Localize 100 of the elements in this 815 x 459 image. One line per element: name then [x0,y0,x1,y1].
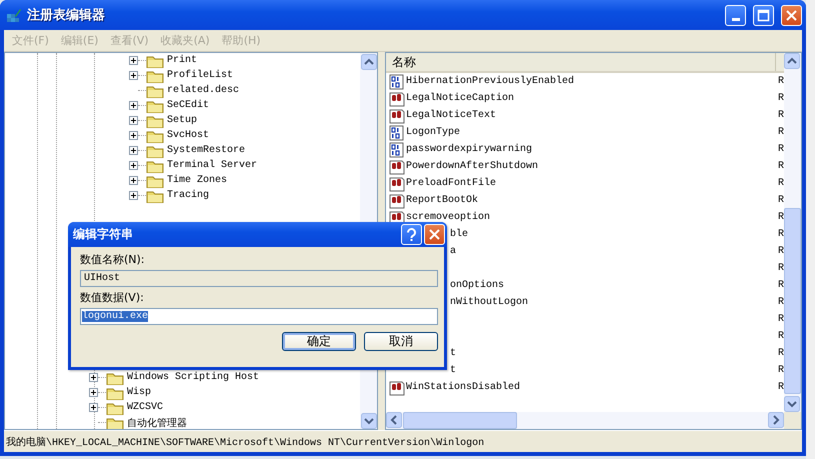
folder-icon [106,416,124,429]
value-name[interactable]: t [450,365,456,376]
minimize-button[interactable] [725,4,746,26]
expand-icon[interactable] [89,373,98,382]
registry-icon [6,7,22,23]
scroll-left-icon[interactable] [386,412,402,428]
value-type: R [778,93,784,104]
vertical-scrollbar[interactable] [784,53,801,412]
expand-icon[interactable] [89,388,98,397]
value-type: R [778,110,784,121]
scroll-up-icon[interactable] [361,54,377,70]
question-icon [406,228,417,242]
value-name[interactable]: LegalNoticeCaption [406,93,514,104]
value-type: R [778,229,784,240]
folder-icon [146,68,164,82]
value-name[interactable]: WinStationsDisabled [406,382,520,393]
close-icon [785,8,798,22]
value-name[interactable]: HibernationPreviouslyEnabled [406,76,574,87]
binary-value-icon [389,142,405,158]
value-type: R [778,212,784,223]
value-type: R [778,263,784,274]
scroll-up-icon[interactable] [784,53,800,69]
value-name[interactable]: scremoveoption [406,212,490,223]
value-name[interactable]: nWithoutLogon [450,297,528,308]
maximize-button[interactable] [753,4,774,26]
folder-icon [106,370,124,384]
binary-value-icon [389,74,405,90]
value-type: R [778,178,784,189]
scroll-down-icon[interactable] [361,413,377,429]
tree-item[interactable]: Windows Scripting Host [124,372,260,383]
value-type: R [778,127,784,138]
folder-icon [146,174,164,188]
close-button[interactable] [781,4,802,26]
close-button[interactable] [424,224,445,245]
tree-item[interactable]: SystemRestore [164,145,246,156]
expand-icon[interactable] [129,101,138,110]
folder-icon [146,114,164,128]
value-name[interactable]: LogonType [406,127,460,138]
expand-icon[interactable] [129,161,138,170]
folder-icon [146,54,164,68]
value-name[interactable]: t [450,348,456,359]
tree-item[interactable]: 自动化管理器 [124,416,187,429]
expand-icon[interactable] [129,71,138,80]
folder-icon [106,400,124,414]
minimize-icon [732,18,740,20]
value-name[interactable]: PreloadFontFile [406,178,496,189]
value-type: R [778,161,784,172]
value-type: R [778,365,784,376]
tree-item[interactable]: SvcHost [164,130,210,141]
dialog-title: 编辑字符串 [73,226,134,243]
folder-icon [146,188,164,202]
value-name[interactable]: LegalNoticeText [406,110,496,121]
folder-icon [146,144,164,158]
expand-icon[interactable] [129,146,138,155]
value-name[interactable]: passwordexpirywarning [406,144,532,155]
value-name[interactable]: PowerdownAfterShutdown [406,161,538,172]
value-type: R [778,280,784,291]
value-name[interactable]: a [450,246,456,257]
expand-icon[interactable] [129,56,138,65]
ok-button[interactable]: 确定 [282,332,356,351]
tree-item[interactable]: Wisp [124,387,152,398]
close-icon [428,228,441,241]
tree-item[interactable]: Terminal Server [164,160,258,171]
value-type: R [778,144,784,155]
tree-item[interactable]: Tracing [164,190,210,201]
value-type: R [778,348,784,359]
folder-icon [146,84,164,98]
folder-icon [106,386,124,400]
value-type: R [778,76,784,87]
expand-icon[interactable] [129,131,138,140]
value-type: R [778,382,784,393]
scroll-down-icon[interactable] [784,396,800,412]
tree-item[interactable]: SeCEdit [164,100,210,111]
string-value-icon [389,192,405,208]
string-value-icon [389,158,405,174]
value-data-field[interactable]: logonui.exe [80,308,438,325]
value-name-field[interactable]: UIHost [80,270,438,287]
value-name[interactable]: onOptions [450,280,504,291]
tree-item[interactable]: Print [164,55,198,66]
value-type: R [778,246,784,257]
value-name[interactable]: ReportBootOk [406,195,478,206]
help-button[interactable] [401,224,422,245]
expand-icon[interactable] [129,176,138,185]
tree-item[interactable]: related.desc [164,85,240,96]
cancel-button[interactable]: 取消 [364,332,438,351]
expand-icon[interactable] [129,116,138,125]
scroll-right-icon[interactable] [768,412,784,428]
tree-item[interactable]: Setup [164,115,198,126]
status-path: 我的电脑\HKEY_LOCAL_MACHINE\SOFTWARE\Microsoft\Windows NT\CurrentVersion\Winlogon [5,436,484,448]
tree-item[interactable]: WZCSVC [124,402,164,413]
string-value-icon [389,380,405,396]
tree-item[interactable]: ProfileList [164,70,234,81]
tree-item[interactable]: Time Zones [164,175,228,186]
expand-icon[interactable] [129,191,138,200]
expand-icon[interactable] [89,403,98,412]
value-name[interactable]: ble [450,229,468,240]
folder-icon [146,158,164,172]
horizontal-scrollbar[interactable] [386,412,784,429]
string-value-icon [389,176,405,192]
value-type: R [778,195,784,206]
